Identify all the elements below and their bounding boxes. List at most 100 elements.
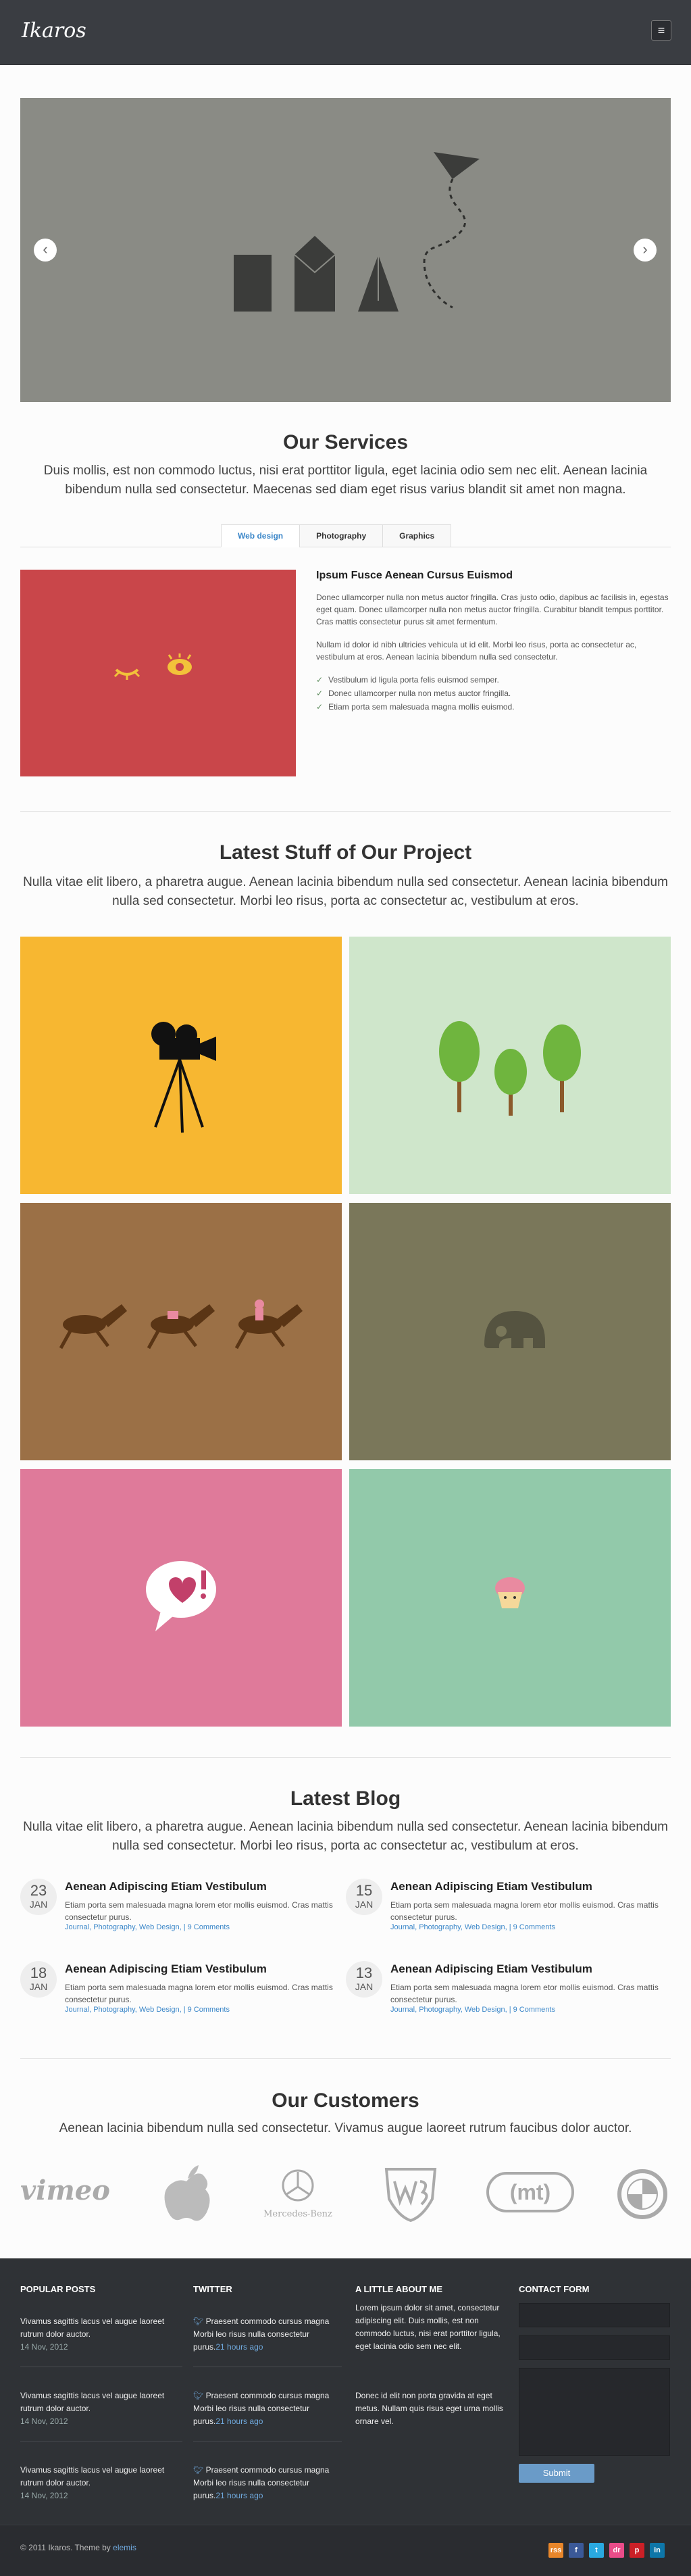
blog-post[interactable]: 15 JAN Aenean Adipiscing Etiam Vestibulum… [346, 1879, 659, 1946]
submit-button[interactable]: Submit [519, 2464, 594, 2483]
film-camera-icon [151, 1022, 216, 1133]
project-tile-heart-bubble[interactable] [20, 1469, 342, 1727]
apple-logo[interactable] [161, 2162, 212, 2223]
footer-heading: TWITTER [193, 2284, 232, 2294]
footer-divider [193, 2441, 342, 2442]
slider-illustration [234, 152, 480, 312]
post-excerpt: Etiam porta sem malesuada magna lorem et… [65, 1983, 333, 2004]
slider-prev-button[interactable]: ‹ [34, 239, 57, 262]
date-badge: 15 JAN [346, 1879, 382, 1915]
linkedin-icon[interactable]: in [650, 2543, 665, 2558]
list-item: ✓ Etiam porta sem malesuada magna mollis … [316, 702, 515, 712]
bird-icon: 🐦︎ [193, 2465, 206, 2475]
project-tile-elephant[interactable] [349, 1203, 671, 1460]
date-badge: 13 JAN [346, 1961, 382, 1998]
warner-bros-logo[interactable] [382, 2165, 439, 2222]
site-logo[interactable]: Ikaros [22, 19, 86, 43]
list-item: ✓ Donec ullamcorper nulla non metus aucto… [316, 689, 511, 698]
blog-post[interactable]: 23 JAN Aenean Adipiscing Etiam Vestibulum… [20, 1879, 333, 1946]
post-excerpt: Etiam porta sem malesuada magna lorem et… [390, 1983, 659, 2004]
footer-heading: CONTACT FORM [519, 2284, 590, 2294]
copyright: © 2011 Ikaros. Theme by elemis [20, 2543, 136, 2552]
tab-photography[interactable]: Photography [299, 524, 384, 547]
bmw-logo[interactable] [616, 2168, 669, 2221]
author-link[interactable]: elemis [113, 2543, 136, 2552]
project-tile-camera[interactable] [20, 937, 342, 1194]
services-tabs: Web design Photography Graphics [221, 524, 452, 547]
popular-post[interactable]: Vivamus sagittis lacus vel augue laoreet… [20, 2389, 182, 2428]
footer-divider [20, 2441, 182, 2442]
popular-post[interactable]: Vivamus sagittis lacus vel augue laoreet… [20, 2315, 182, 2354]
post-title[interactable]: Aenean Adipiscing Etiam Vestibulum [65, 1880, 267, 1893]
date-badge: 18 JAN [20, 1961, 57, 1998]
post-meta[interactable]: Journal, Photography, Web Design, | 9 Co… [390, 2006, 555, 2014]
divider [20, 2058, 671, 2059]
pinterest-icon[interactable]: p [630, 2543, 644, 2558]
date-badge: 23 JAN [20, 1879, 57, 1915]
services-title: Our Services [282, 431, 409, 453]
project-tile-horses[interactable] [20, 1203, 342, 1460]
blog-subtitle: Nulla vitae elit libero, a pharetra augu… [23, 1820, 668, 1853]
post-meta[interactable]: Journal, Photography, Web Design, | 9 Co… [65, 2006, 230, 2014]
dribbble-icon[interactable]: dr [609, 2543, 624, 2558]
project-tile-cupcake[interactable] [349, 1469, 671, 1727]
customers-subtitle: Aenean lacinia bibendum nulla sed consec… [59, 2121, 632, 2135]
service-heading: Ipsum Fusce Aenean Cursus Euismod [316, 570, 513, 581]
wink-face-illustration [113, 653, 192, 680]
footer-heading: POPULAR POSTS [20, 2284, 96, 2294]
post-meta[interactable]: Journal, Photography, Web Design, | 9 Co… [390, 1923, 555, 1931]
hamburger-icon[interactable]: ≡ [651, 20, 671, 41]
footer-heading: A LITTLE ABOUT ME [355, 2284, 443, 2294]
tab-web-design[interactable]: Web design [221, 524, 301, 547]
service-list: ✓ Vestibulum id ligula porta felis euismo… [316, 674, 671, 713]
projects-title: Latest Stuff of Our Project [219, 841, 472, 864]
post-title[interactable]: Aenean Adipiscing Etiam Vestibulum [390, 1880, 592, 1893]
twitter-icon[interactable]: t [589, 2543, 604, 2558]
customers-title: Our Customers [272, 2089, 419, 2112]
facebook-icon[interactable]: f [569, 2543, 584, 2558]
bird-icon: 🐦︎ [193, 2391, 206, 2400]
service-image [20, 570, 296, 776]
tweet[interactable]: 🐦︎ Praesent commodo cursus magna Morbi l… [193, 2389, 342, 2428]
post-excerpt: Etiam porta sem malesuada magna lorem et… [65, 1900, 333, 1922]
blog-post[interactable]: 13 JAN Aenean Adipiscing Etiam Vestibulum… [346, 1961, 659, 2029]
post-title[interactable]: Aenean Adipiscing Etiam Vestibulum [390, 1962, 592, 1976]
services-subtitle: Duis mollis, est non commodo luctus, nis… [43, 464, 648, 497]
post-title[interactable]: Aenean Adipiscing Etiam Vestibulum [65, 1962, 267, 1976]
bottom-bar: © 2011 Ikaros. Theme by elemis rss f t d… [0, 2525, 691, 2576]
service-details: Ipsum Fusce Aenean Cursus Euismod Donec … [316, 570, 671, 714]
check-icon: ✓ [316, 675, 324, 685]
rss-icon[interactable]: rss [548, 2543, 563, 2558]
blog-post[interactable]: 18 JAN Aenean Adipiscing Etiam Vestibulum… [20, 1961, 333, 2029]
post-meta[interactable]: Journal, Photography, Web Design, | 9 Co… [65, 1923, 230, 1931]
blog-title: Latest Blog [290, 1787, 401, 1810]
site-header: Ikaros ≡ [0, 0, 691, 65]
projects-subtitle: Nulla vitae elit libero, a pharetra augu… [23, 875, 668, 908]
email-field[interactable] [519, 2335, 670, 2360]
bird-icon: 🐦︎ [193, 2317, 206, 2326]
message-field[interactable] [519, 2368, 670, 2456]
tweet[interactable]: 🐦︎ Praesent commodo cursus magna Morbi l… [193, 2315, 342, 2354]
check-icon: ✓ [316, 702, 324, 712]
post-excerpt: Etiam porta sem malesuada magna lorem et… [390, 1900, 659, 1922]
about-text: Donec id elit non porta gravida at eget … [355, 2391, 503, 2426]
elephant-icon [484, 1311, 545, 1348]
mercedes-logo[interactable]: Mercedes-Benz [261, 2165, 335, 2222]
project-tile-trees[interactable] [349, 937, 671, 1194]
horses-icon [59, 1299, 303, 1349]
tweet[interactable]: 🐦︎ Praesent commodo cursus magna Morbi l… [193, 2464, 342, 2502]
trees-icon [439, 1021, 581, 1116]
popular-post[interactable]: Vivamus sagittis lacus vel augue laoreet… [20, 2464, 182, 2502]
speech-bubble-icon [146, 1561, 216, 1631]
divider [20, 1757, 671, 1758]
list-item: ✓ Vestibulum id ligula porta felis euismo… [316, 675, 499, 685]
about-text: Lorem ipsum dolor sit amet, consectetur … [355, 2303, 501, 2351]
tab-graphics[interactable]: Graphics [382, 524, 452, 547]
media-temple-logo[interactable]: (mt) [486, 2172, 574, 2212]
divider [20, 811, 671, 812]
vimeo-logo[interactable]: vimeo [20, 2175, 110, 2206]
cupcake-icon [495, 1577, 525, 1608]
hero-slider [20, 98, 671, 402]
slider-next-button[interactable]: › [634, 239, 657, 262]
name-field[interactable] [519, 2303, 670, 2327]
